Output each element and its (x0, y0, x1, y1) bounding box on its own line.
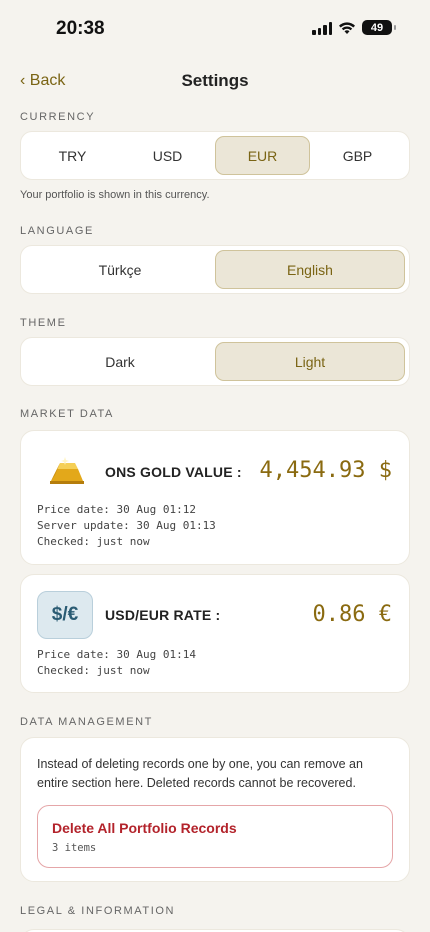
language-section-label: LANGUAGE (20, 225, 94, 237)
gold-value: 4,454.93 $ (259, 458, 392, 483)
status-time: 20:38 (56, 18, 105, 39)
currency-selector: TRY USD EUR GBP (20, 131, 410, 180)
rate-meta: Price date: 30 Aug 01:14 Checked: just n… (37, 647, 196, 679)
page-title: Settings (181, 71, 249, 90)
gold-meta: Price date: 30 Aug 01:12 Server update: … (37, 502, 216, 550)
currency-option-eur[interactable]: EUR (215, 136, 310, 175)
language-option-turkish[interactable]: Türkçe (25, 250, 215, 289)
rate-price-date: Price date: 30 Aug 01:14 (37, 648, 196, 661)
data-management-section-label: DATA MANAGEMENT (20, 716, 153, 728)
delete-all-records-title: Delete All Portfolio Records (52, 820, 237, 836)
status-bar: 20:38 49 (0, 0, 430, 58)
gold-bar-icon (50, 457, 84, 484)
usd-eur-rate-card: $/€ USD/EUR RATE : 0.86 € Price date: 30… (20, 574, 410, 693)
market-data-section-label: MARKET DATA (20, 408, 114, 420)
usd-eur-rate-label: USD/EUR RATE : (105, 607, 221, 623)
status-icons: 49 (312, 20, 396, 35)
legal-section-label: LEGAL & INFORMATION (20, 905, 176, 917)
nav-bar: ‹ Back Settings (0, 58, 430, 104)
gold-value-card: ONS GOLD VALUE : 4,454.93 $ Price date: … (20, 430, 410, 565)
currency-option-usd[interactable]: USD (120, 136, 215, 175)
gold-price-date: Price date: 30 Aug 01:12 (37, 503, 196, 516)
language-selector: Türkçe English (20, 245, 410, 294)
currency-option-try[interactable]: TRY (25, 136, 120, 175)
gold-value-label: ONS GOLD VALUE : (105, 464, 242, 480)
language-option-english[interactable]: English (215, 250, 405, 289)
theme-section-label: THEME (20, 317, 67, 329)
cellular-signal-icon (312, 21, 332, 35)
theme-option-dark[interactable]: Dark (25, 342, 215, 381)
data-management-description: Instead of deleting records one by one, … (37, 757, 363, 790)
currency-exchange-icon: $/€ (37, 591, 93, 639)
currency-option-gbp[interactable]: GBP (310, 136, 405, 175)
theme-selector: Dark Light (20, 337, 410, 386)
delete-all-records-button[interactable]: Delete All Portfolio Records 3 items (37, 805, 393, 868)
gold-checked: Checked: just now (37, 535, 150, 548)
currency-section-label: CURRENCY (20, 111, 96, 123)
data-management-card: Instead of deleting records one by one, … (20, 737, 410, 882)
currency-hint: Your portfolio is shown in this currency… (20, 189, 210, 201)
theme-option-light[interactable]: Light (215, 342, 405, 381)
rate-checked: Checked: just now (37, 664, 150, 677)
gold-server-update: Server update: 30 Aug 01:13 (37, 519, 216, 532)
wifi-icon (339, 21, 355, 34)
usd-eur-rate-value: 0.86 € (312, 602, 392, 627)
delete-records-count: 3 items (52, 842, 97, 854)
battery-icon: 49 (362, 20, 396, 35)
